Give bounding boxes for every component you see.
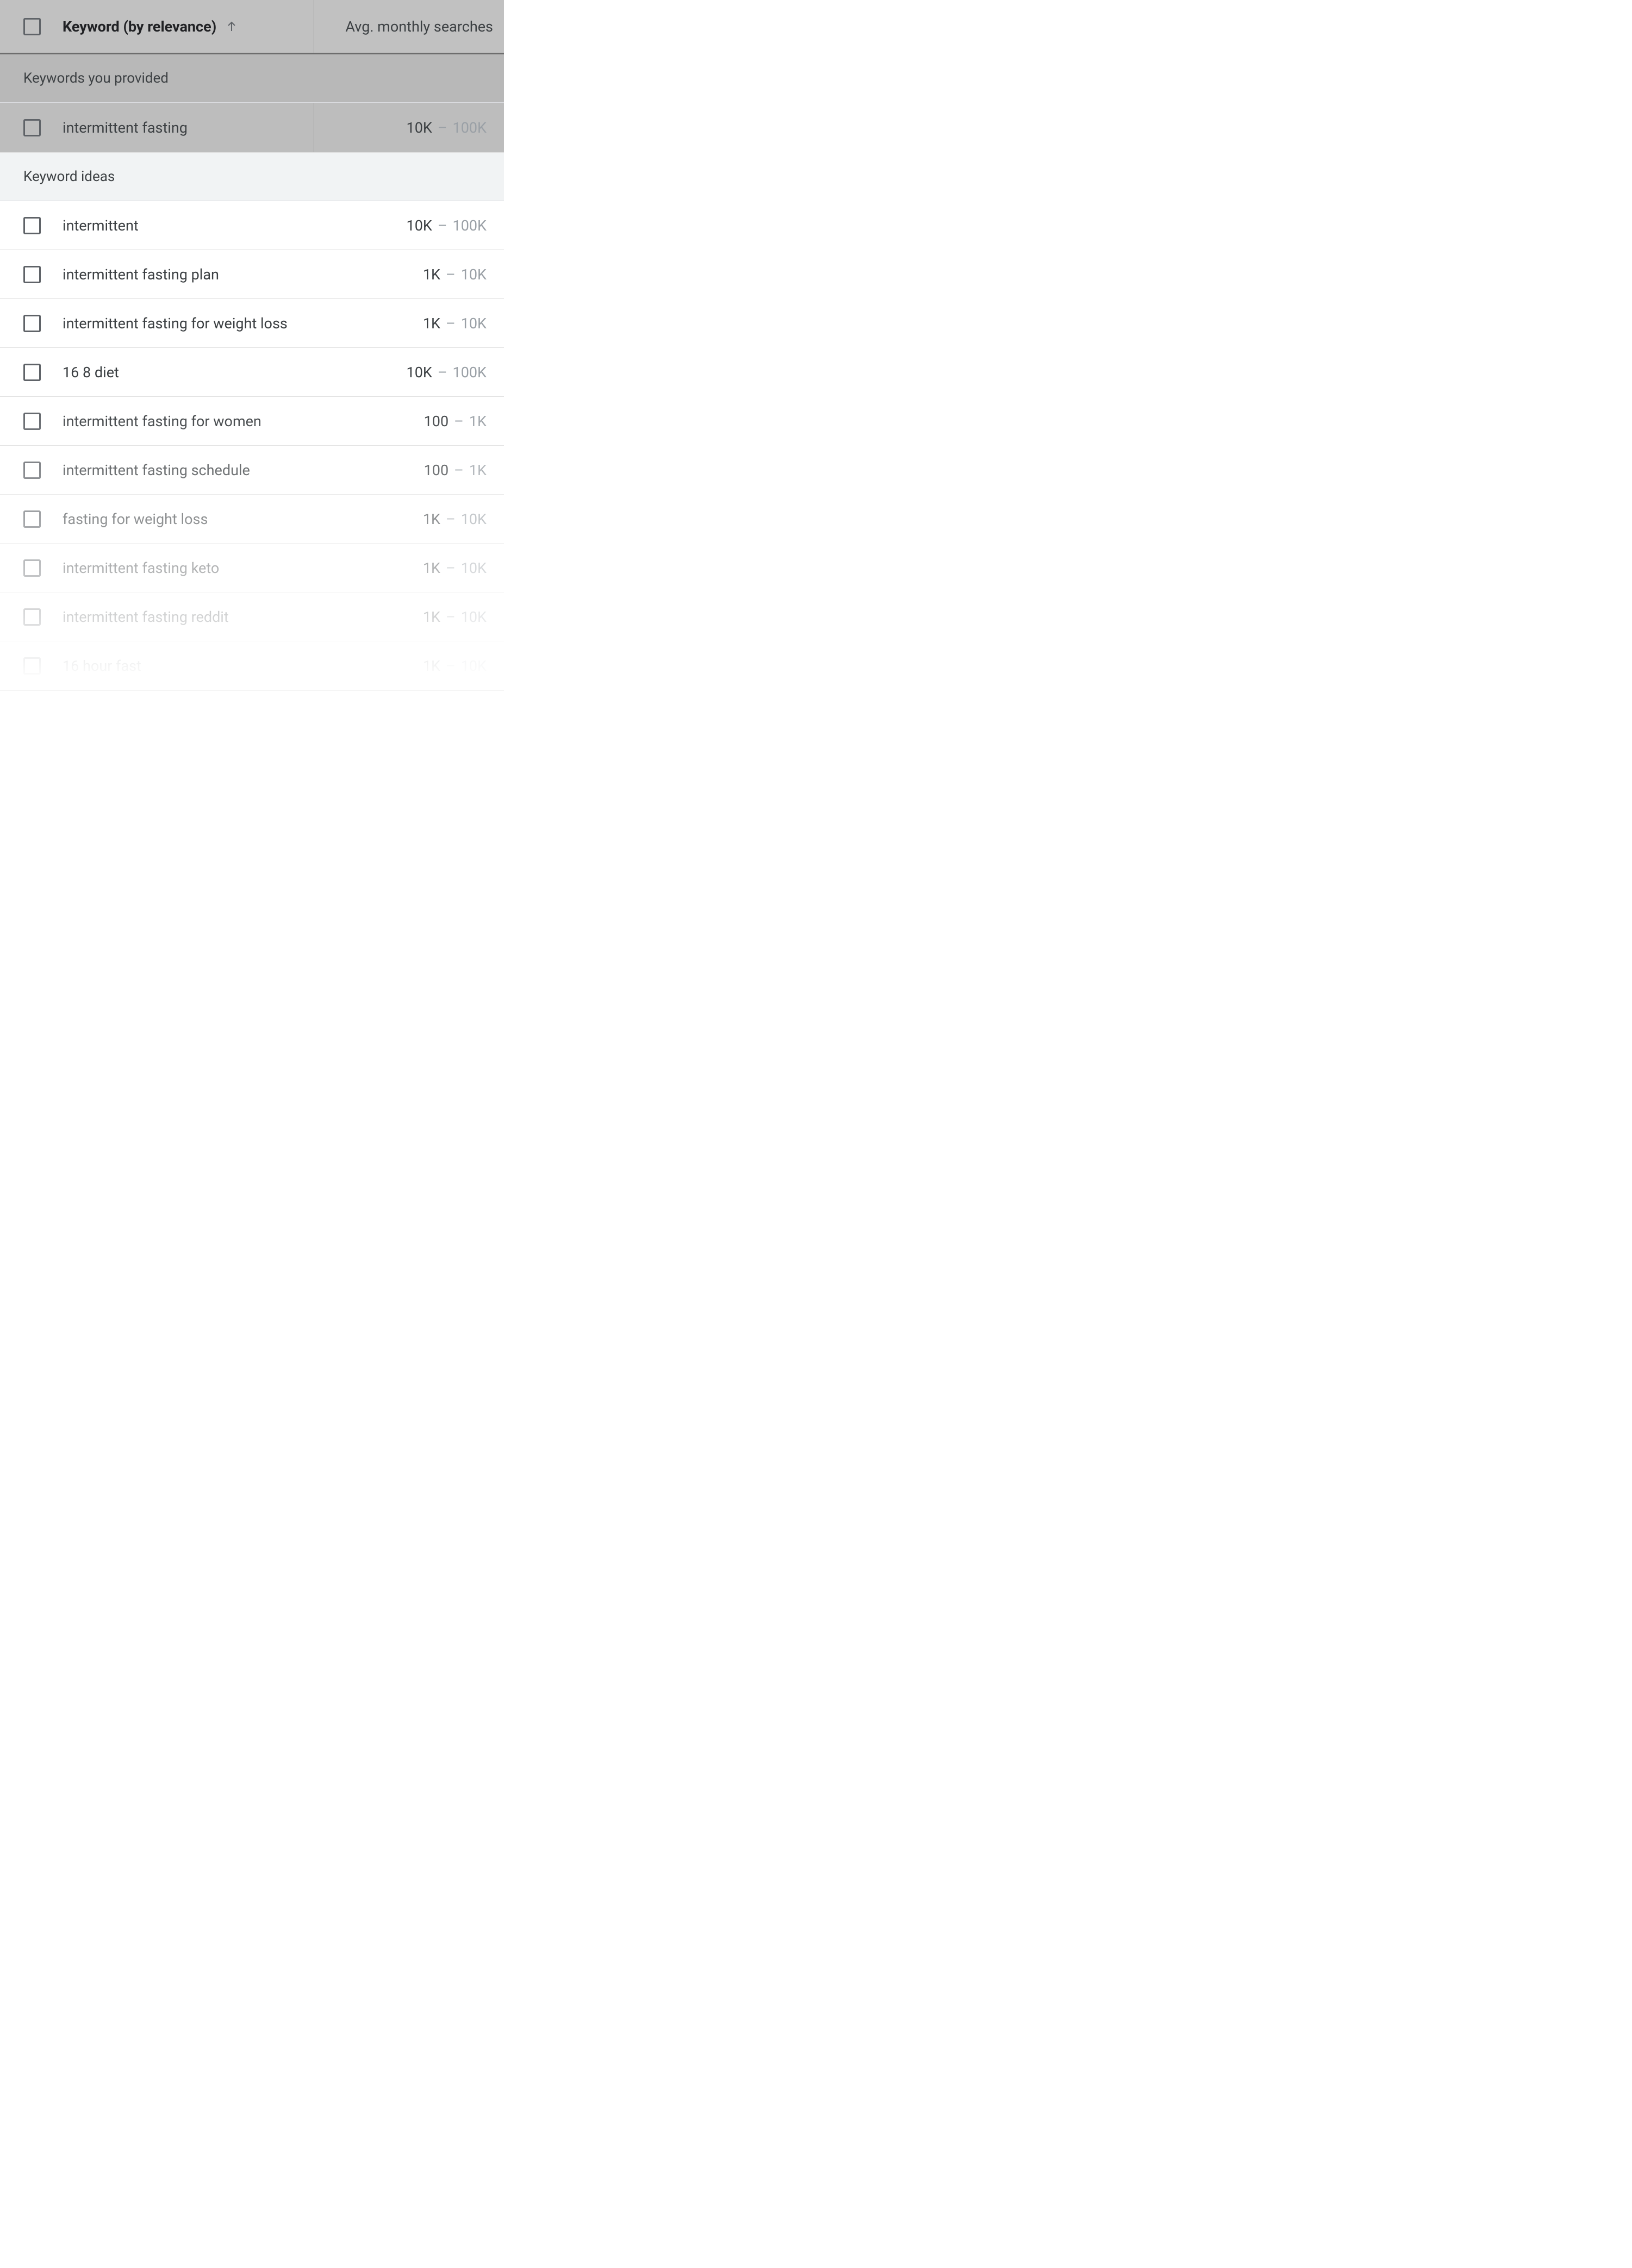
- section-provided-text: Keywords you provided: [23, 70, 169, 86]
- row-checkbox[interactable]: [23, 315, 41, 332]
- avg-searches-value: 1K–10K: [423, 495, 487, 543]
- section-provided-label: Keywords you provided: [0, 54, 504, 103]
- avg-searches-value: 10K – 100K: [407, 103, 487, 152]
- keyword-text: 16 8 diet: [63, 364, 119, 381]
- keyword-row[interactable]: intermittent fasting reddit 1K–10K: [0, 593, 504, 641]
- table-header: Keyword (by relevance) Avg. monthly sear…: [0, 0, 504, 54]
- row-checkbox[interactable]: [23, 657, 41, 675]
- keyword-text: intermittent fasting for weight loss: [63, 315, 288, 332]
- row-checkbox[interactable]: [23, 510, 41, 528]
- avg-searches-value: 1K–10K: [423, 544, 487, 592]
- section-ideas-text: Keyword ideas: [23, 169, 115, 185]
- select-all-checkbox[interactable]: [23, 18, 41, 35]
- keyword-row[interactable]: 16 hour fast 1K–10K: [0, 641, 504, 690]
- avg-searches-value: 100–1K: [424, 397, 487, 445]
- keyword-text: intermittent fasting for women: [63, 413, 261, 430]
- section-ideas-label: Keyword ideas: [0, 153, 504, 201]
- avg-searches-value: 1K–10K: [423, 593, 487, 641]
- row-checkbox[interactable]: [23, 217, 41, 234]
- avg-searches-value: 1K–10K: [423, 250, 487, 298]
- keyword-row[interactable]: intermittent 10K–100K: [0, 201, 504, 250]
- keyword-row[interactable]: intermittent fasting for women 100–1K: [0, 397, 504, 446]
- keyword-text: intermittent fasting keto: [63, 559, 219, 577]
- keyword-row[interactable]: intermittent fasting plan 1K–10K: [0, 250, 504, 299]
- keyword-text: 16 hour fast: [63, 657, 141, 675]
- arrow-up-icon[interactable]: [225, 20, 238, 33]
- row-checkbox[interactable]: [23, 608, 41, 626]
- keyword-text: intermittent fasting schedule: [63, 462, 250, 479]
- avg-searches-value: 100–1K: [424, 446, 487, 494]
- row-checkbox[interactable]: [23, 559, 41, 577]
- avg-searches-value: 1K–10K: [423, 299, 487, 347]
- row-checkbox[interactable]: [23, 413, 41, 430]
- keyword-row[interactable]: intermittent fasting 10K – 100K: [0, 103, 504, 153]
- row-checkbox[interactable]: [23, 462, 41, 479]
- avg-searches-value: 10K–100K: [407, 201, 487, 250]
- keyword-text: fasting for weight loss: [63, 510, 208, 528]
- row-checkbox[interactable]: [23, 364, 41, 381]
- keyword-text: intermittent fasting reddit: [63, 608, 229, 626]
- keyword-text: intermittent fasting: [63, 119, 188, 136]
- keyword-text: intermittent: [63, 217, 139, 234]
- keyword-row[interactable]: 16 8 diet 10K–100K: [0, 348, 504, 397]
- keyword-row[interactable]: intermittent fasting keto 1K–10K: [0, 544, 504, 593]
- avg-searches-value: 10K–100K: [407, 348, 487, 396]
- keyword-column-header[interactable]: Keyword (by relevance): [63, 18, 216, 35]
- keyword-row[interactable]: fasting for weight loss 1K–10K: [0, 495, 504, 544]
- avg-searches-value: 1K–10K: [423, 641, 487, 690]
- keyword-row[interactable]: intermittent fasting schedule 100–1K: [0, 446, 504, 495]
- keyword-text: intermittent fasting plan: [63, 266, 219, 283]
- keyword-row[interactable]: intermittent fasting for weight loss 1K–…: [0, 299, 504, 348]
- row-checkbox[interactable]: [23, 266, 41, 283]
- row-checkbox[interactable]: [23, 119, 41, 136]
- searches-column-header[interactable]: Avg. monthly searches: [314, 18, 504, 35]
